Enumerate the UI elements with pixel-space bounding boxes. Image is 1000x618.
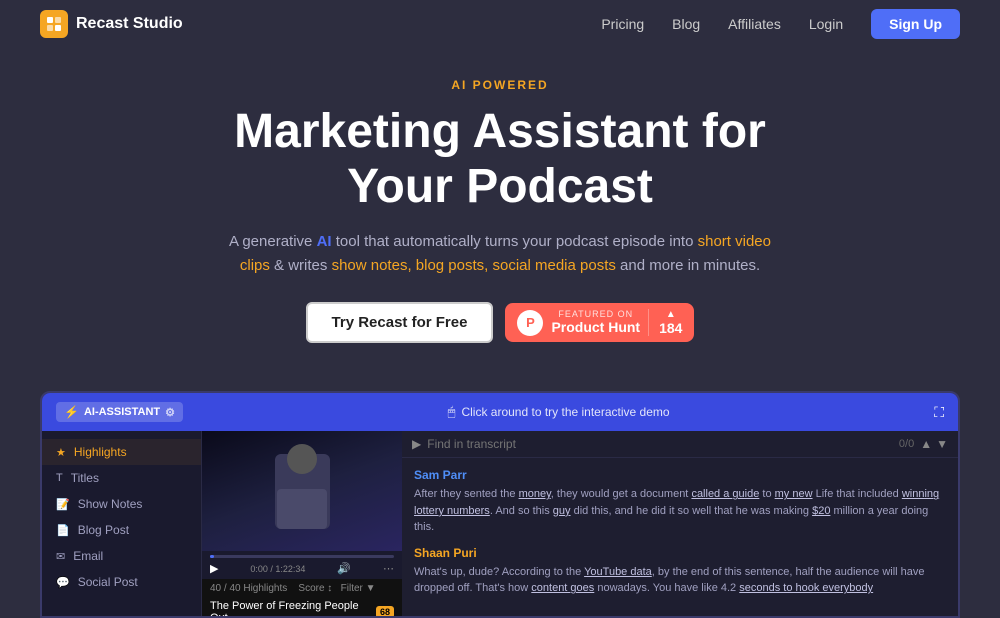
nav-affiliates[interactable]: Affiliates <box>728 16 781 32</box>
demo-content: ★ Highlights T Titles 📝 Show Notes 📄 Blo… <box>42 431 958 616</box>
transcript-match-count: 0/0 <box>899 438 914 450</box>
transcript-text-1: After they sented the money, they would … <box>414 486 946 536</box>
filter-label[interactable]: Filter <box>341 583 363 594</box>
expand-transcript-icon[interactable]: ▶ <box>412 437 421 451</box>
hero-title: Marketing Assistant for Your Podcast <box>40 104 960 214</box>
transcript-nav-up[interactable]: ▲ <box>920 437 932 451</box>
sidebar-show-notes[interactable]: 📝 Show Notes <box>42 491 201 517</box>
demo-panel: ⚡ AI-ASSISTANT ⚙ 🖱 Click around to try t… <box>40 391 960 618</box>
more-icon[interactable]: ⋯ <box>383 562 394 575</box>
titles-icon: T <box>56 472 63 484</box>
transcript-search-input[interactable] <box>427 437 893 451</box>
volume-icon[interactable]: 🔊 <box>337 562 351 575</box>
progress-bar-fill <box>210 555 214 558</box>
blog-icon: 📄 <box>56 524 70 537</box>
transcript-body: Sam Parr After they sented the money, th… <box>402 458 958 616</box>
transcript-nav-buttons: ▲ ▼ <box>920 437 948 451</box>
logo-icon <box>40 10 68 38</box>
highlights-icon: ★ <box>56 446 66 459</box>
hero-subtitle: A generative AI tool that automatically … <box>220 230 780 278</box>
highlights-count: 40 / 40 Highlights Score ↕ Filter ▼ <box>202 579 402 598</box>
settings-icon: ⚙ <box>165 406 175 419</box>
speaker-sam: Sam Parr <box>414 468 946 482</box>
navbar: Recast Studio Pricing Blog Affiliates Lo… <box>0 0 1000 48</box>
speaker-shaan: Shaan Puri <box>414 546 946 560</box>
ph-text: FEATURED ON Product Hunt <box>551 310 640 335</box>
demo-topbar-left: ⚡ AI-ASSISTANT ⚙ <box>56 402 183 422</box>
lightning-icon: ⚡ <box>64 405 79 419</box>
sidebar-blog-post[interactable]: 📄 Blog Post <box>42 517 201 543</box>
sidebar-highlights[interactable]: ★ Highlights <box>42 439 201 465</box>
social-icon: 💬 <box>56 576 70 589</box>
logo-text: Recast Studio <box>76 15 183 33</box>
try-recast-button[interactable]: Try Recast for Free <box>306 302 494 343</box>
video-controls: ▶ 0:00 / 1:22:34 🔊 ⋯ <box>202 551 402 579</box>
ph-logo-icon: P <box>517 310 543 336</box>
nav-blog[interactable]: Blog <box>672 16 700 32</box>
video-thumbnail <box>202 431 402 551</box>
hero-section: AI POWERED Marketing Assistant for Your … <box>0 48 1000 391</box>
cta-row: Try Recast for Free P FEATURED ON Produc… <box>40 302 960 343</box>
video-controls-row: ▶ 0:00 / 1:22:34 🔊 ⋯ <box>210 562 394 575</box>
demo-sidebar: ★ Highlights T Titles 📝 Show Notes 📄 Blo… <box>42 431 202 616</box>
transcript-text-2: What's up, dude? According to the YouTub… <box>414 564 946 597</box>
sidebar-titles[interactable]: T Titles <box>42 465 201 491</box>
nav-login[interactable]: Login <box>809 16 843 32</box>
nav-pricing[interactable]: Pricing <box>601 16 644 32</box>
highlight-score-badge: 68 <box>376 606 394 616</box>
product-hunt-badge[interactable]: P FEATURED ON Product Hunt ▲ 184 <box>505 303 694 342</box>
play-button[interactable]: ▶ <box>210 562 218 575</box>
expand-icon[interactable]: ⛶ <box>934 404 944 421</box>
signup-button[interactable]: Sign Up <box>871 9 960 39</box>
demo-topbar-center: 🖱 Click around to try the interactive de… <box>448 404 670 420</box>
demo-topbar: ⚡ AI-ASSISTANT ⚙ 🖱 Click around to try t… <box>42 393 958 431</box>
ph-score: ▲ 184 <box>648 309 682 336</box>
ai-powered-label: AI POWERED <box>40 78 960 92</box>
sidebar-email[interactable]: ✉ Email <box>42 543 201 569</box>
transcript-nav-down[interactable]: ▼ <box>936 437 948 451</box>
transcript-search-bar: ▶ 0/0 ▲ ▼ <box>402 431 958 458</box>
sidebar-social-post[interactable]: 💬 Social Post <box>42 569 201 595</box>
video-time: 0:00 / 1:22:34 <box>250 564 305 574</box>
cursor-icon: 🖱 <box>448 404 456 420</box>
video-area: ▶ 0:00 / 1:22:34 🔊 ⋯ 40 / 40 Highlights … <box>202 431 402 616</box>
transcript-area: ▶ 0/0 ▲ ▼ Sam Parr After they sented the… <box>402 431 958 616</box>
progress-bar[interactable] <box>210 555 394 558</box>
email-icon: ✉ <box>56 550 65 563</box>
logo: Recast Studio <box>40 10 183 38</box>
show-notes-icon: 📝 <box>56 498 70 511</box>
score-label: Score <box>298 583 324 594</box>
nav-links: Pricing Blog Affiliates Login Sign Up <box>601 9 960 39</box>
highlight-title: The Power of Freezing People Out 68 <box>202 598 402 616</box>
ai-assistant-badge: ⚡ AI-ASSISTANT ⚙ <box>56 402 183 422</box>
